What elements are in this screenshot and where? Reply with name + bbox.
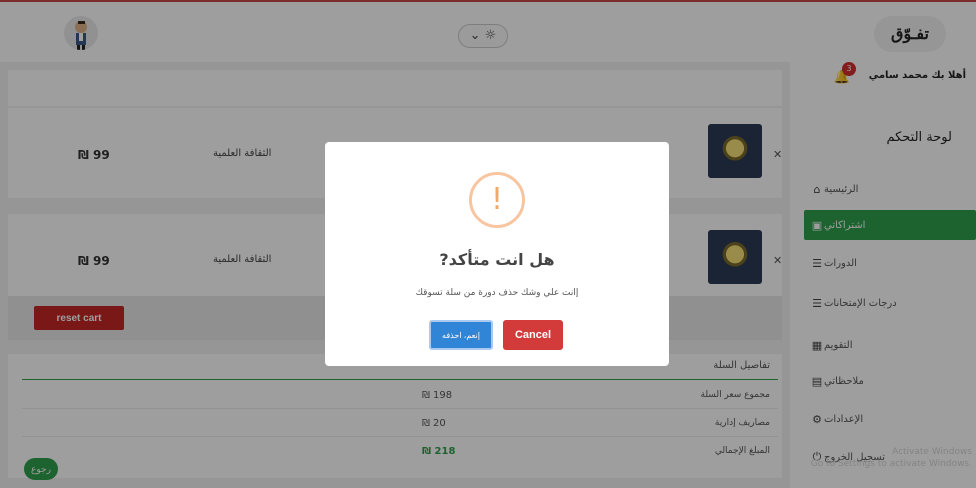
warning-icon: ! (469, 172, 525, 228)
confirm-dialog: ! ?هل انت متأكد إانت علي وشك حذف دورة من… (325, 142, 669, 366)
dialog-title: ?هل انت متأكد (439, 250, 555, 269)
modal-backdrop[interactable]: ! ?هل انت متأكد إانت علي وشك حذف دورة من… (0, 0, 976, 488)
dialog-message: إانت علي وشك حذف دورة من سلة تسوقك (415, 288, 579, 298)
confirm-delete-button[interactable]: إنعم، احذفه (429, 320, 493, 350)
cancel-button[interactable]: Cancel (503, 320, 563, 350)
